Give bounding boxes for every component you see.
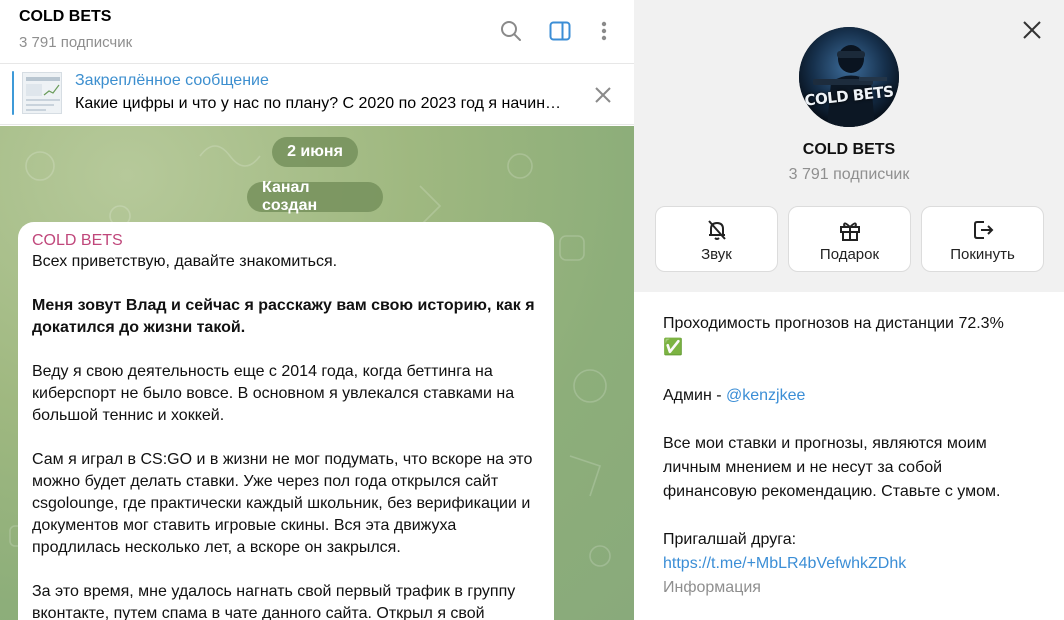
pinned-message-bar[interactable]: Закреплённое сообщение Какие цифры и что… xyxy=(0,65,634,125)
pinned-indicator xyxy=(12,71,14,115)
mute-label: Звук xyxy=(701,246,732,263)
message-bubble[interactable]: COLD BETS Всех приветствую, давайте знак… xyxy=(18,222,554,620)
pinned-thumbnail xyxy=(22,72,62,114)
description-block-admin: Админ - @kenzjkee xyxy=(663,384,1035,408)
description-block-stats: Проходимость прогнозов на дистанции 72.3… xyxy=(663,312,1035,360)
telegram-app: COLD BETS 3 791 подписчик Закреплённое с… xyxy=(0,0,1064,620)
pinned-preview-text: Какие цифры и что у нас по плану? С 2020… xyxy=(75,95,563,112)
channel-avatar[interactable]: COLD BETS xyxy=(799,27,899,127)
search-icon[interactable] xyxy=(498,17,524,45)
leave-button[interactable]: Покинуть xyxy=(921,206,1044,272)
close-panel-icon[interactable] xyxy=(1018,16,1046,44)
message-paragraph: За это время, мне удалось нагнать свой п… xyxy=(32,583,516,620)
message-paragraph: Сам я играл в CS:GO и в жизни не мог под… xyxy=(32,451,533,556)
mute-button[interactable]: Звук xyxy=(655,206,778,272)
channel-description: Проходимость прогнозов на дистанции 72.3… xyxy=(634,292,1064,620)
channel-info-panel: COLD BETS COLD BETS 3 791 подписчик Звук xyxy=(634,0,1064,620)
chat-column: COLD BETS 3 791 подписчик Закреплённое с… xyxy=(0,0,634,620)
date-separator: 2 июня xyxy=(272,137,358,167)
message-author[interactable]: COLD BETS xyxy=(32,232,540,250)
leave-icon xyxy=(970,217,996,243)
gift-icon xyxy=(837,217,863,243)
service-message-channel-created: Канал создан xyxy=(247,179,383,214)
more-menu-icon[interactable] xyxy=(591,17,617,45)
invite-link[interactable]: https://t.me/+MbLR4bVefwhkZDhk xyxy=(663,555,906,572)
admin-prefix: Админ - xyxy=(663,387,726,404)
leave-label: Покинуть xyxy=(950,246,1015,263)
message-paragraph: Меня зовут Влад и сейчас я расскажу вам … xyxy=(32,297,535,336)
chat-header[interactable]: COLD BETS 3 791 подписчик xyxy=(0,0,634,64)
disclaimer-text: Все мои ставки и прогнозы, являются моим… xyxy=(663,435,1001,500)
pinned-title: Закреплённое сообщение xyxy=(75,72,269,89)
check-emoji: ✅ xyxy=(663,339,683,356)
panel-channel-title: COLD BETS xyxy=(802,141,896,158)
message-paragraph: Всех приветствую, давайте знакомиться. xyxy=(32,253,338,270)
gift-label: Подарок xyxy=(819,246,880,263)
invite-label: Пригалшай друга: xyxy=(663,531,797,548)
admin-link[interactable]: @kenzjkee xyxy=(726,387,805,404)
description-block-invite: Пригалшай друга: https://t.me/+MbLR4bVef… xyxy=(663,528,1035,576)
bell-off-icon xyxy=(704,217,730,243)
message-paragraph: Веду я свою деятельность еще с 2014 года… xyxy=(32,363,515,424)
gift-button[interactable]: Подарок xyxy=(788,206,911,272)
channel-subscribers: 3 791 подписчик xyxy=(19,34,133,51)
stats-text: Проходимость прогнозов на дистанции 72.3… xyxy=(663,315,1004,332)
info-section-label: Информация xyxy=(663,579,761,596)
sidebar-toggle-icon[interactable] xyxy=(547,17,573,45)
channel-title[interactable]: COLD BETS xyxy=(19,8,111,26)
close-pinned-icon[interactable] xyxy=(590,82,616,108)
panel-subscribers: 3 791 подписчик xyxy=(788,166,910,183)
